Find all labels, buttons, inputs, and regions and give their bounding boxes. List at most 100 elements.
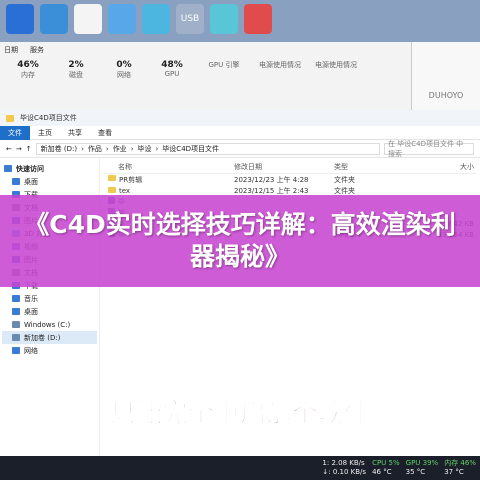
net-up: 1: 2.08 KB/s bbox=[322, 459, 365, 467]
tab-home[interactable]: 主页 bbox=[30, 128, 60, 138]
sidebar-item-icon bbox=[12, 178, 20, 185]
tm-tab[interactable]: 服务 bbox=[30, 45, 44, 55]
sidebar-item-icon bbox=[4, 165, 12, 172]
sidebar-item-label: 音乐 bbox=[24, 294, 38, 303]
file-date: 2023/12/15 上午 2:43 bbox=[234, 186, 309, 195]
breadcrumb-item[interactable]: 作业 bbox=[113, 144, 127, 154]
tm-column[interactable]: 电源使用情况 bbox=[252, 60, 308, 80]
tm-column-name: 电源使用情况 bbox=[315, 61, 357, 69]
tm-column-name: 内存 bbox=[21, 71, 35, 79]
sidebar-item-label: 网络 bbox=[24, 346, 38, 355]
sidebar-item[interactable]: 桌面 bbox=[2, 305, 97, 318]
app-icon-5[interactable] bbox=[142, 4, 170, 34]
sidebar-item[interactable]: 桌面 bbox=[2, 175, 97, 188]
tm-tab[interactable]: 日期 bbox=[4, 45, 18, 55]
memory-status: 内存 46% 37 °C bbox=[444, 459, 476, 477]
sidebar-item-label: 桌面 bbox=[24, 307, 38, 316]
sidebar-item[interactable]: 新加卷 (D:) bbox=[2, 331, 97, 344]
file-date: 2023/12/23 上午 4:28 bbox=[234, 175, 309, 184]
column-headers: 名称 修改日期 类型 大小 bbox=[104, 160, 476, 174]
app-icon-4[interactable] bbox=[108, 4, 136, 34]
sidebar-item[interactable]: 网络 bbox=[2, 344, 97, 357]
header-size[interactable]: 大小 bbox=[404, 162, 474, 172]
sidebar-item-icon bbox=[12, 308, 20, 315]
chevron-right-icon: › bbox=[81, 144, 84, 153]
app-icon-8[interactable] bbox=[244, 4, 272, 34]
app-icon-2[interactable] bbox=[40, 4, 68, 34]
task-manager-tabs: 日期 服务 bbox=[0, 42, 411, 58]
tm-column-name: 磁盘 bbox=[69, 71, 83, 79]
app-icon-7[interactable] bbox=[210, 4, 238, 34]
folder-icon bbox=[108, 186, 116, 193]
cpu-temp: 46 °C bbox=[372, 468, 392, 476]
task-manager-columns: 46% 内存 2% 磁盘 0% 网络 48% GPU GPU 引擎 电源使用情况 电源使用情况 bbox=[0, 58, 411, 82]
breadcrumb-item[interactable]: 毕设C4D项目文件 bbox=[162, 144, 219, 154]
gpu-usage: GPU 39% bbox=[405, 459, 439, 467]
tm-column-percent: 0% bbox=[116, 60, 132, 70]
app-icon-3[interactable] bbox=[74, 4, 102, 34]
tm-column-percent: 48% bbox=[161, 60, 183, 70]
breadcrumb[interactable]: 新加卷 (D:) › 作品 › 作业 › 毕设 › 毕设C4D项目文件 bbox=[35, 142, 380, 155]
taskbar-icons: USB bbox=[0, 0, 480, 42]
chevron-right-icon: › bbox=[155, 144, 159, 153]
file-type: 文件夹 bbox=[334, 175, 355, 184]
tm-column[interactable]: GPU 引擎 bbox=[196, 60, 252, 80]
tm-column[interactable]: 46% 内存 bbox=[4, 60, 52, 80]
folder-icon bbox=[6, 114, 14, 122]
sidebar-item[interactable]: Windows (C:) bbox=[2, 318, 97, 331]
address-bar-row: ← → ↑ 新加卷 (D:) › 作品 › 作业 › 毕设 › 毕设C4D项目文件 在 毕设C4… bbox=[0, 140, 480, 158]
sidebar-item-label: 桌面 bbox=[24, 177, 38, 186]
header-type[interactable]: 类型 bbox=[334, 162, 404, 172]
sidebar-item-icon bbox=[12, 321, 20, 328]
back-arrow-icon[interactable]: ← bbox=[6, 145, 12, 153]
tm-column-name: 电源使用情况 bbox=[259, 61, 301, 69]
sidebar-item-icon bbox=[12, 295, 20, 302]
breadcrumb-item[interactable]: 毕设 bbox=[138, 144, 152, 154]
app-icon-1[interactable] bbox=[6, 4, 34, 34]
brand-logo: DUHOYO bbox=[412, 42, 480, 110]
usb-icon[interactable]: USB bbox=[176, 4, 204, 34]
tm-column[interactable]: 2% 磁盘 bbox=[52, 60, 100, 80]
file-menu-button[interactable]: 文件 bbox=[0, 125, 30, 140]
search-input[interactable]: 在 毕设C4D项目文件 中搜索 bbox=[384, 140, 474, 158]
system-status-bar: 1: 2.08 KB/s ↓: 0.10 KB/s CPU 5% 46 °C G… bbox=[0, 456, 480, 480]
tm-column[interactable]: 48% GPU bbox=[148, 60, 196, 80]
chevron-right-icon: › bbox=[105, 144, 109, 153]
file-type: 文件夹 bbox=[334, 186, 355, 195]
video-subtitle: 只能完全重启那个软件 bbox=[109, 399, 370, 430]
breadcrumb-item[interactable]: 作品 bbox=[88, 144, 102, 154]
tm-column[interactable]: 电源使用情况 bbox=[308, 60, 364, 80]
sidebar-item[interactable]: 快速访问 bbox=[2, 162, 97, 175]
tab-view[interactable]: 查看 bbox=[90, 128, 120, 138]
cpu-usage: CPU 5% bbox=[372, 459, 400, 467]
sidebar-item-label: 快速访问 bbox=[16, 164, 44, 173]
tm-column-name: GPU bbox=[164, 70, 180, 78]
header-date[interactable]: 修改日期 bbox=[234, 162, 334, 172]
up-arrow-icon[interactable]: ↑ bbox=[26, 145, 32, 153]
gpu-temp: 35 °C bbox=[405, 468, 426, 476]
title-bar: 毕设C4D项目文件 bbox=[0, 110, 480, 126]
sidebar-item-label: 新加卷 (D:) bbox=[24, 333, 61, 342]
network-speed: 1: 2.08 KB/s ↓: 0.10 KB/s bbox=[322, 459, 366, 477]
tab-share[interactable]: 共享 bbox=[60, 128, 90, 138]
file-name: tex bbox=[119, 186, 131, 195]
memory-usage: 内存 46% bbox=[444, 459, 476, 467]
sidebar-item-label: Windows (C:) bbox=[24, 320, 71, 329]
tm-column[interactable]: 0% 网络 bbox=[100, 60, 148, 80]
sidebar-item[interactable]: 音乐 bbox=[2, 292, 97, 305]
folder-icon bbox=[108, 174, 116, 181]
tm-column-percent: 46% bbox=[17, 60, 39, 70]
memory-temp: 37 °C bbox=[444, 468, 464, 476]
file-row[interactable]: PR剪辑 2023/12/23 上午 4:28 文件夹 bbox=[104, 174, 476, 185]
tm-column-name: 网络 bbox=[117, 71, 131, 79]
forward-arrow-icon[interactable]: → bbox=[16, 145, 22, 153]
window-title: 毕设C4D项目文件 bbox=[20, 114, 77, 122]
cpu-status: CPU 5% 46 °C bbox=[372, 459, 400, 477]
header-name[interactable]: 名称 bbox=[104, 162, 234, 172]
tm-column-percent: 2% bbox=[68, 60, 84, 70]
gpu-status: GPU 39% 35 °C bbox=[406, 459, 439, 477]
net-down: ↓: 0.10 KB/s bbox=[322, 468, 367, 476]
file-name-cell: tex bbox=[104, 186, 234, 195]
sidebar-item-icon bbox=[12, 334, 20, 341]
breadcrumb-item[interactable]: 新加卷 (D:) bbox=[41, 144, 77, 154]
